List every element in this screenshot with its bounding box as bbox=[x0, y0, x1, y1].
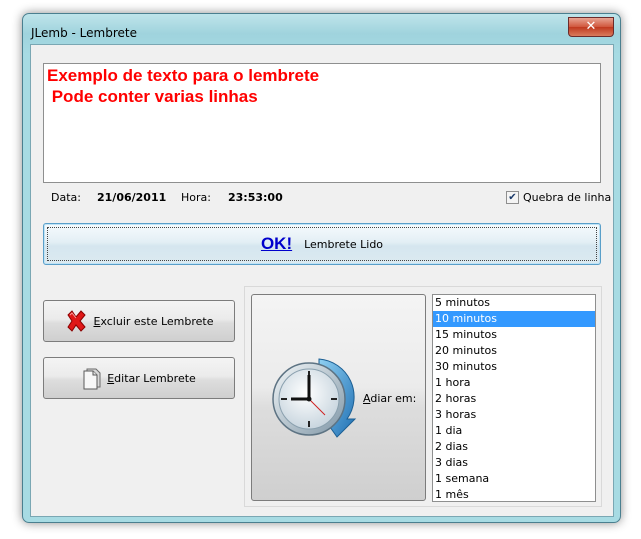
checkbox-check-icon[interactable]: ✔ bbox=[506, 191, 519, 204]
snooze-label: Adiar em: bbox=[363, 392, 417, 405]
delete-reminder-button[interactable]: Excluir este Lembrete bbox=[43, 300, 235, 342]
list-item[interactable]: 1 semana bbox=[433, 471, 595, 487]
app-window: JLemb - Lembrete ✕ Exemplo de texto para… bbox=[22, 13, 621, 523]
list-item[interactable]: 5 minutos bbox=[433, 295, 595, 311]
date-label: Data: bbox=[51, 191, 81, 204]
ok-read-button[interactable]: OK! Lembrete Lido bbox=[43, 223, 601, 265]
date-value: 21/06/2011 bbox=[97, 191, 167, 204]
list-item[interactable]: 3 horas bbox=[433, 407, 595, 423]
edit-button-label: Editar Lembrete bbox=[107, 371, 196, 385]
time-value: 23:53:00 bbox=[228, 191, 283, 204]
time-label: Hora: bbox=[181, 191, 211, 204]
reminder-text-area[interactable]: Exemplo de texto para o lembrete Pode co… bbox=[43, 63, 601, 183]
list-item[interactable]: 1 mês bbox=[433, 487, 595, 501]
wrap-checkbox[interactable]: ✔ Quebra de linha bbox=[506, 191, 611, 204]
list-item[interactable]: 3 dias bbox=[433, 455, 595, 471]
snooze-button[interactable]: Adiar em: bbox=[251, 294, 426, 501]
focus-rectangle bbox=[47, 227, 597, 261]
delete-button-label: Excluir este Lembrete bbox=[93, 314, 214, 328]
red-x-icon bbox=[64, 309, 88, 333]
list-item[interactable]: 15 minutos bbox=[433, 327, 595, 343]
list-item[interactable]: 20 minutos bbox=[433, 343, 595, 359]
list-item[interactable]: 30 minutos bbox=[433, 359, 595, 375]
snooze-options-list[interactable]: 5 minutos 10 minutos 15 minutos 20 minut… bbox=[432, 294, 596, 502]
list-item[interactable]: 1 hora bbox=[433, 375, 595, 391]
clock-arrow-icon bbox=[267, 353, 359, 445]
edit-reminder-button[interactable]: Editar Lembrete bbox=[43, 357, 235, 399]
close-button[interactable]: ✕ bbox=[568, 17, 614, 37]
list-item[interactable]: 2 horas bbox=[433, 391, 595, 407]
list-item[interactable]: 1 dia bbox=[433, 423, 595, 439]
reminder-text-line-1: Exemplo de texto para o lembrete bbox=[47, 66, 320, 85]
window-title: JLemb - Lembrete bbox=[31, 26, 137, 40]
wrap-checkbox-label: Quebra de linha bbox=[523, 191, 612, 204]
reminder-text-line-2: Pode conter varias linhas bbox=[47, 87, 258, 106]
list-item[interactable]: 2 dias bbox=[433, 439, 595, 455]
list-item-selected[interactable]: 10 minutos bbox=[433, 311, 595, 327]
document-icon bbox=[82, 366, 102, 390]
